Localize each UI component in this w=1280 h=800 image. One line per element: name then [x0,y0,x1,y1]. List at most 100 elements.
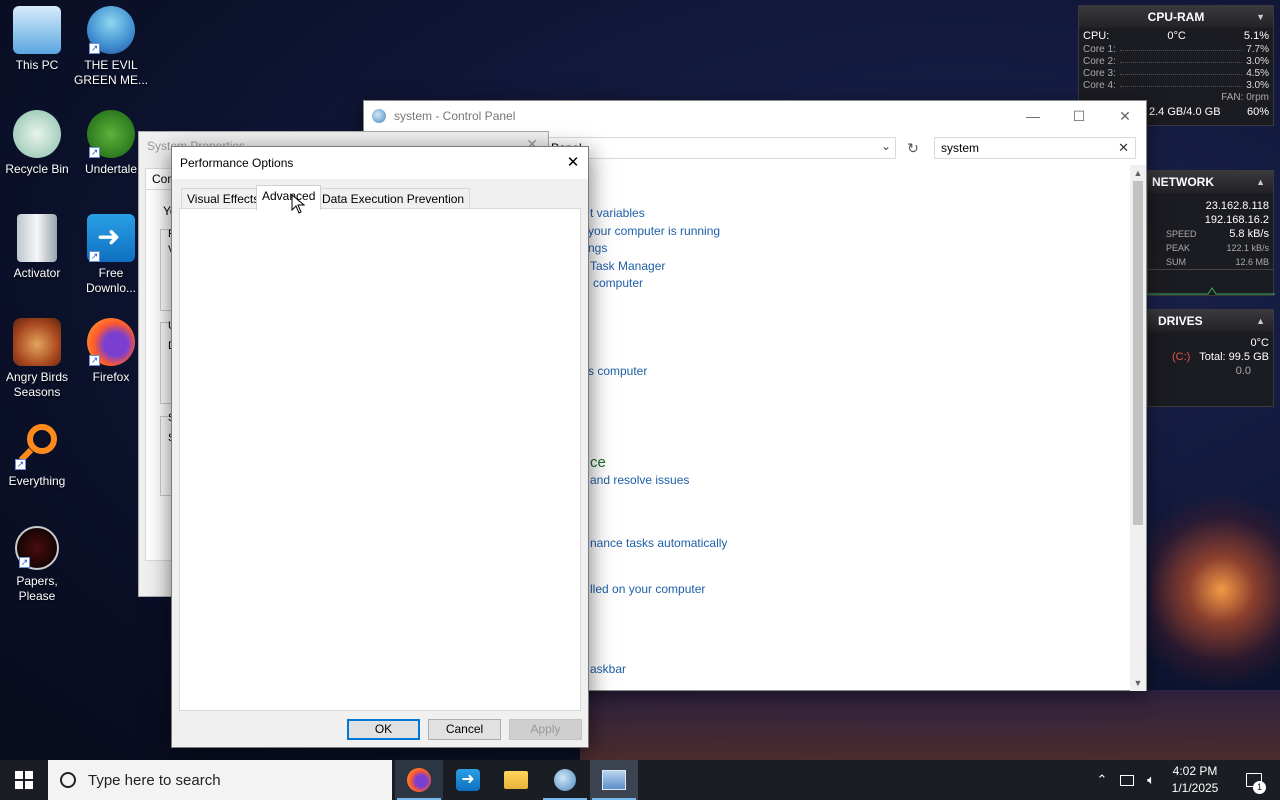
desktop-icon-angry-birds[interactable]: Angry Birds Seasons [0,318,74,400]
desktop-icon-evil-green-me[interactable]: ↗ THE EVIL GREEN ME... [74,6,148,88]
result-link[interactable]: lled on your computer [590,582,705,596]
network-icon[interactable] [1116,760,1138,800]
core-row: Core 4: 3.0% [1079,80,1273,92]
collapse-icon[interactable]: ▲ [1256,310,1265,332]
chevron-down-icon[interactable]: ⌄ [881,139,891,153]
clock-time: 4:02 PM [1172,764,1218,778]
apply-button[interactable]: Apply [509,719,582,740]
core-meter [1119,80,1243,87]
taskbar-app-firefox[interactable] [395,760,443,800]
desktop-icon-undertale[interactable]: ↗ Undertale [74,110,148,177]
result-link[interactable]: and resolve issues [590,473,689,487]
clear-search-icon[interactable]: ✕ [1118,140,1129,156]
ip-internal: 192.168.16.2 [1204,214,1269,226]
wallpaper-lantern [1150,480,1280,700]
tab-data-execution-prevention[interactable]: Data Execution Prevention [316,188,471,209]
core-value: 3.0% [1246,56,1269,67]
desktop-icon-recycle-bin[interactable]: Recycle Bin [0,110,74,177]
tab-visual-effects[interactable]: Visual Effects [181,188,266,209]
clock-date: 1/1/2025 [1171,781,1219,795]
scroll-up-icon[interactable]: ▲ [1130,165,1146,181]
taskbar: Type here to search ➜ ⌃ 🔈︎ 4:02 PM 1/1/2… [0,760,1280,800]
taskbar-app-free-download-manager[interactable]: ➜ [444,760,492,800]
desktop-icon-label: Firefox [92,370,130,384]
performance-options-dialog: Performance Options ✕ Visual Effects Adv… [171,146,589,748]
undertale-icon: ↗ [87,110,135,158]
shortcut-arrow-icon: ↗ [89,147,100,158]
cancel-button[interactable]: Cancel [428,719,501,740]
address-bar[interactable]: Panel ⌄ [544,137,896,159]
desktop-icon-papers-please[interactable]: ↗ Papers, Please [0,526,74,604]
start-button[interactable] [0,760,48,800]
shortcut-arrow-icon: ↗ [15,459,26,470]
taskbar-search-box[interactable]: Type here to search [48,760,392,800]
firefox-icon: ↗ [87,318,135,366]
network-graph-svg [1148,287,1275,295]
desktop-icon-this-pc[interactable]: This PC [0,6,74,73]
shortcut-arrow-icon: ↗ [89,355,100,366]
taskbar-clock[interactable]: 4:02 PM 1/1/2025 [1160,763,1230,797]
desktop-icon-label: THE EVIL GREEN ME... [74,58,149,87]
taskbar-app-file-explorer[interactable] [492,760,540,800]
core-meter [1119,68,1243,75]
show-hidden-icons-chevron-up-icon[interactable]: ⌃ [1092,760,1112,800]
result-link[interactable]: your computer is running [588,224,720,238]
desktop-icon-label: Free Downlo... [85,266,137,295]
free-download-manager-icon: ➜ [456,769,480,791]
drives-header: DRIVES ▲ [1148,310,1273,332]
result-link[interactable]: s computer [588,364,647,378]
ok-button[interactable]: OK [347,719,420,740]
core-row: Core 2: 3.0% [1079,56,1273,68]
performance-options-titlebar: Performance Options [172,147,588,179]
network-header: NETWORK ▲ [1148,171,1273,193]
close-button[interactable]: ✕ [558,147,588,179]
network-title: NETWORK [1152,175,1214,189]
vertical-scrollbar[interactable]: ▲ ▼ [1130,165,1146,691]
notification-count-badge: 1 [1253,781,1266,794]
ram-usage: 2.4 GB/4.0 GB [1149,106,1221,118]
shortcut-arrow-icon: ↗ [89,43,100,54]
speed-value: 5.8 kB/s [1229,228,1269,240]
control-panel-icon [372,109,386,123]
taskbar-app-control-panel[interactable] [541,760,589,800]
search-input[interactable]: system ✕ [934,137,1136,159]
scrollbar-thumb[interactable] [1133,181,1143,525]
desktop-icon-free-download-manager[interactable]: ➜ ↗ Free Downlo... [74,214,148,296]
category-heading[interactable]: ce [590,454,606,471]
result-link[interactable]: computer [593,276,643,290]
desktop-icon-label: Everything [8,474,66,488]
sum-row: SUM 12.6 MB [1148,255,1273,269]
result-link[interactable]: Task Manager [590,259,665,273]
close-button[interactable]: ✕ [1102,101,1148,131]
desktop-icon-activator[interactable]: Activator [0,214,74,281]
action-center-button[interactable]: 1 [1234,760,1274,800]
desktop-icon-label: This PC [15,58,59,72]
collapse-icon[interactable]: ▼ [1256,6,1265,28]
core-value: 4.5% [1246,68,1269,79]
drives-gadget: DRIVES ▲ 0°C (C:) Total: 99.5 GB 0.0 [1147,309,1274,407]
taskbar-app-system-properties[interactable] [590,760,638,800]
system-properties-icon [602,770,626,790]
tab-advanced[interactable]: Advanced [256,185,322,210]
result-link[interactable]: askbar [590,662,626,676]
minimize-button[interactable]: — [1010,101,1056,131]
scroll-down-icon[interactable]: ▼ [1130,675,1146,691]
cpu-ram-header: CPU-RAM ▼ [1079,6,1273,28]
core-row: Core 3: 4.5% [1079,68,1273,80]
refresh-icon[interactable]: ↻ [902,137,924,159]
ram-percent: 60% [1246,106,1269,118]
papers-please-icon: ↗ [15,526,59,570]
result-link[interactable]: nance tasks automatically [590,536,727,550]
volume-muted-icon[interactable]: 🔈︎ [1140,760,1162,800]
desktop-icon-label: Angry Birds Seasons [5,370,69,399]
maximize-button[interactable]: ☐ [1056,101,1102,131]
collapse-icon[interactable]: ▲ [1256,171,1265,193]
activator-icon [17,214,57,262]
result-link[interactable]: ngs [588,241,607,255]
dialog-title: Performance Options [180,156,294,170]
desktop-icon-everything[interactable]: ↗ Everything [0,422,74,489]
windows-logo-icon [15,771,33,789]
sum-label: SUM [1166,257,1186,267]
desktop-icon-firefox[interactable]: ↗ Firefox [74,318,148,385]
result-link[interactable]: t variables [590,206,645,220]
